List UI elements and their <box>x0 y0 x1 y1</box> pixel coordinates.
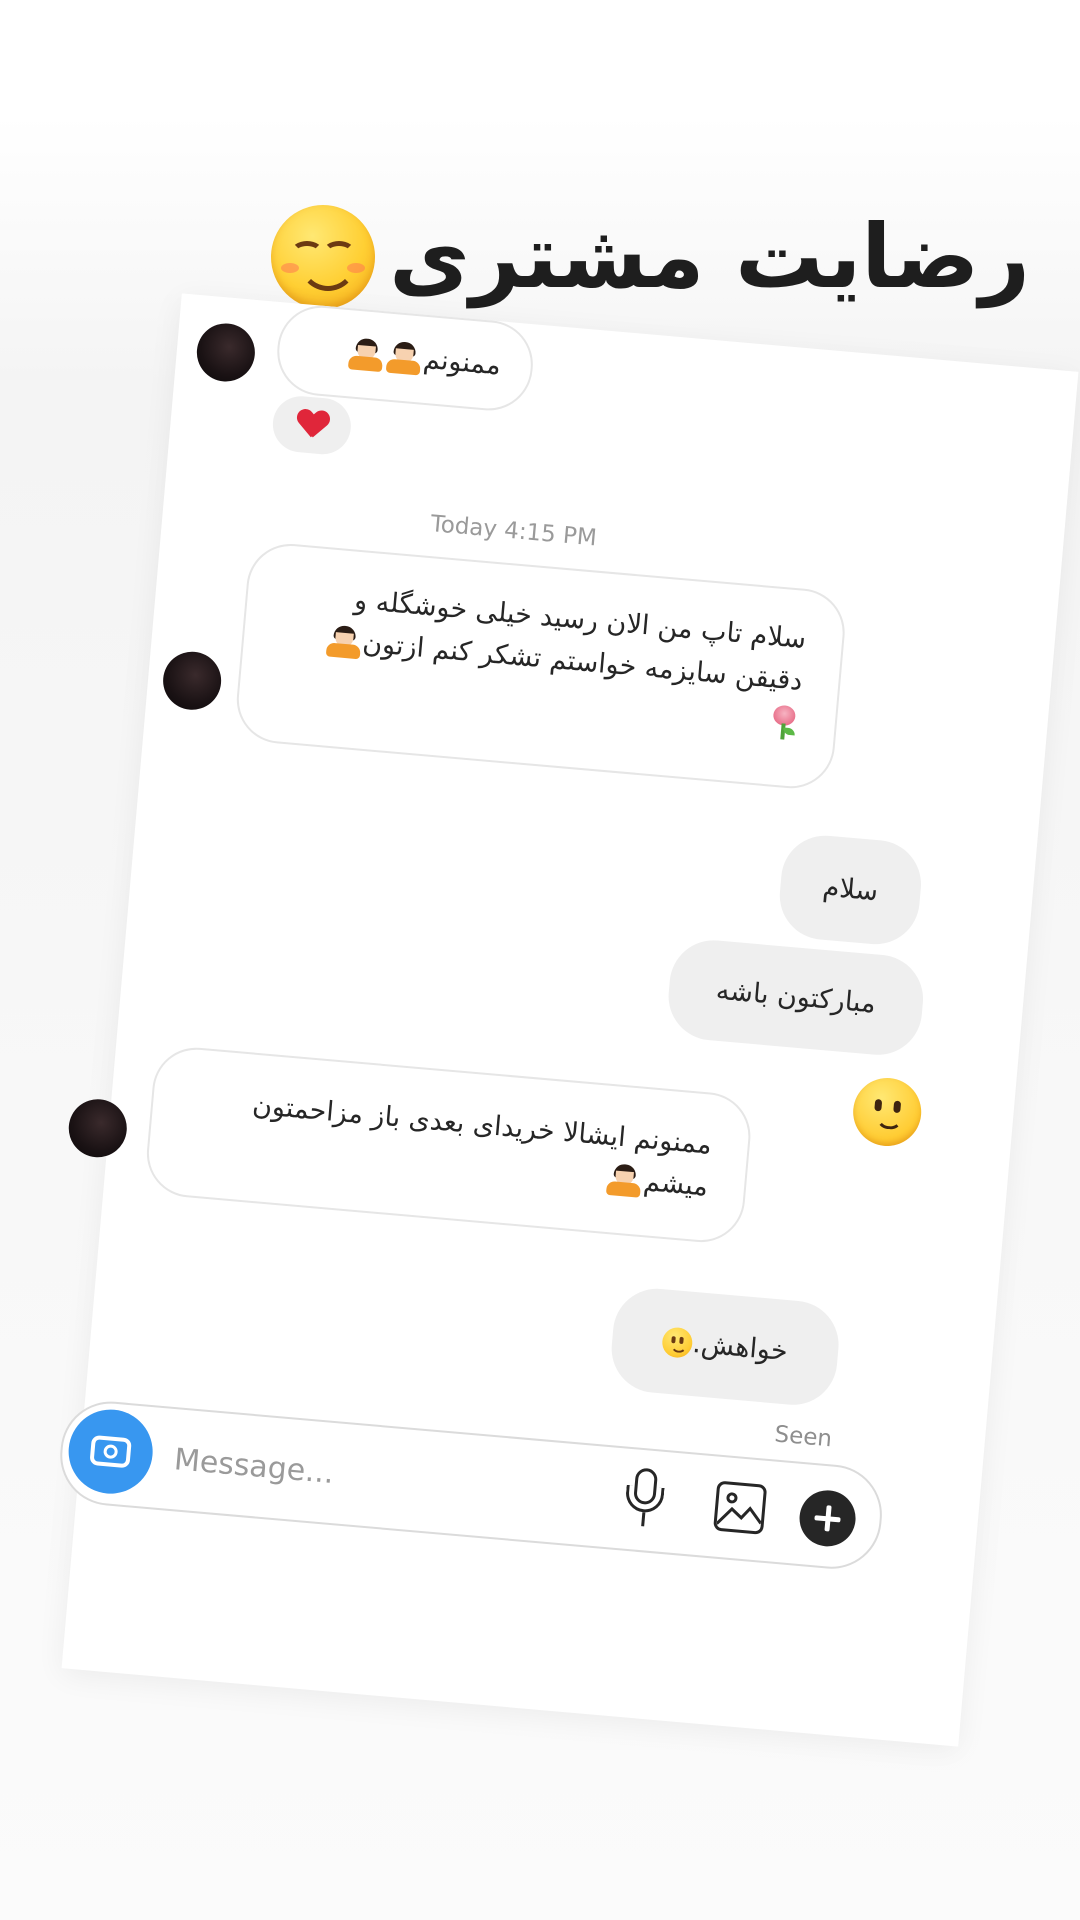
contact-avatar[interactable] <box>66 1096 130 1160</box>
message-bubble-incoming[interactable]: سلام تاپ من الان رسید خیلی خوشگله و دقیق… <box>233 540 849 792</box>
rose-icon <box>767 704 800 740</box>
message-timestamp: Today 4:15 PM <box>429 511 598 552</box>
heart-icon <box>296 409 329 442</box>
blushing-person-icon <box>386 341 423 376</box>
message-text: مبارکتون باشه <box>714 974 877 1020</box>
slightly-smiling-face-icon <box>850 1075 925 1149</box>
smiling-face-icon <box>271 205 376 309</box>
gallery-icon <box>716 1492 763 1525</box>
contact-avatar[interactable] <box>194 321 258 384</box>
page-title-text: رضایت مشتری <box>389 205 1030 308</box>
chat-screenshot: ممنونم Today 4:15 PM سلام تاپ من الان رس… <box>56 293 1079 1747</box>
message-text: خواهش. <box>691 1328 789 1368</box>
page-title: رضایت مشتری <box>271 205 1030 309</box>
heart-reaction[interactable] <box>270 393 354 457</box>
camera-button[interactable] <box>65 1406 157 1498</box>
camera-icon <box>89 1434 132 1469</box>
message-composer <box>56 1397 887 1573</box>
slightly-smiling-face-icon <box>661 1326 694 1359</box>
message-text: سلام <box>821 871 880 908</box>
message-text-line: میشم <box>642 1165 710 1203</box>
message-bubble-incoming[interactable]: ممنونم ایشالا خریدای بعدی باز مزاحمتون م… <box>143 1044 755 1246</box>
add-button[interactable] <box>797 1488 858 1549</box>
message-input[interactable] <box>169 1433 538 1517</box>
message-bubble-outgoing[interactable]: سلام <box>776 832 925 948</box>
blushing-person-icon <box>606 1163 643 1199</box>
blushing-person-icon <box>348 337 385 373</box>
blushing-person-icon <box>325 625 362 660</box>
seen-status: Seen <box>773 1421 834 1453</box>
message-bubble-outgoing[interactable]: مبارکتون باشه <box>664 936 927 1059</box>
gallery-button[interactable] <box>713 1480 768 1535</box>
contact-avatar[interactable] <box>160 649 224 713</box>
message-text: ممنونم <box>422 343 503 382</box>
message-bubble-outgoing[interactable]: خواهش. <box>608 1285 843 1409</box>
microphone-button[interactable] <box>618 1466 673 1534</box>
